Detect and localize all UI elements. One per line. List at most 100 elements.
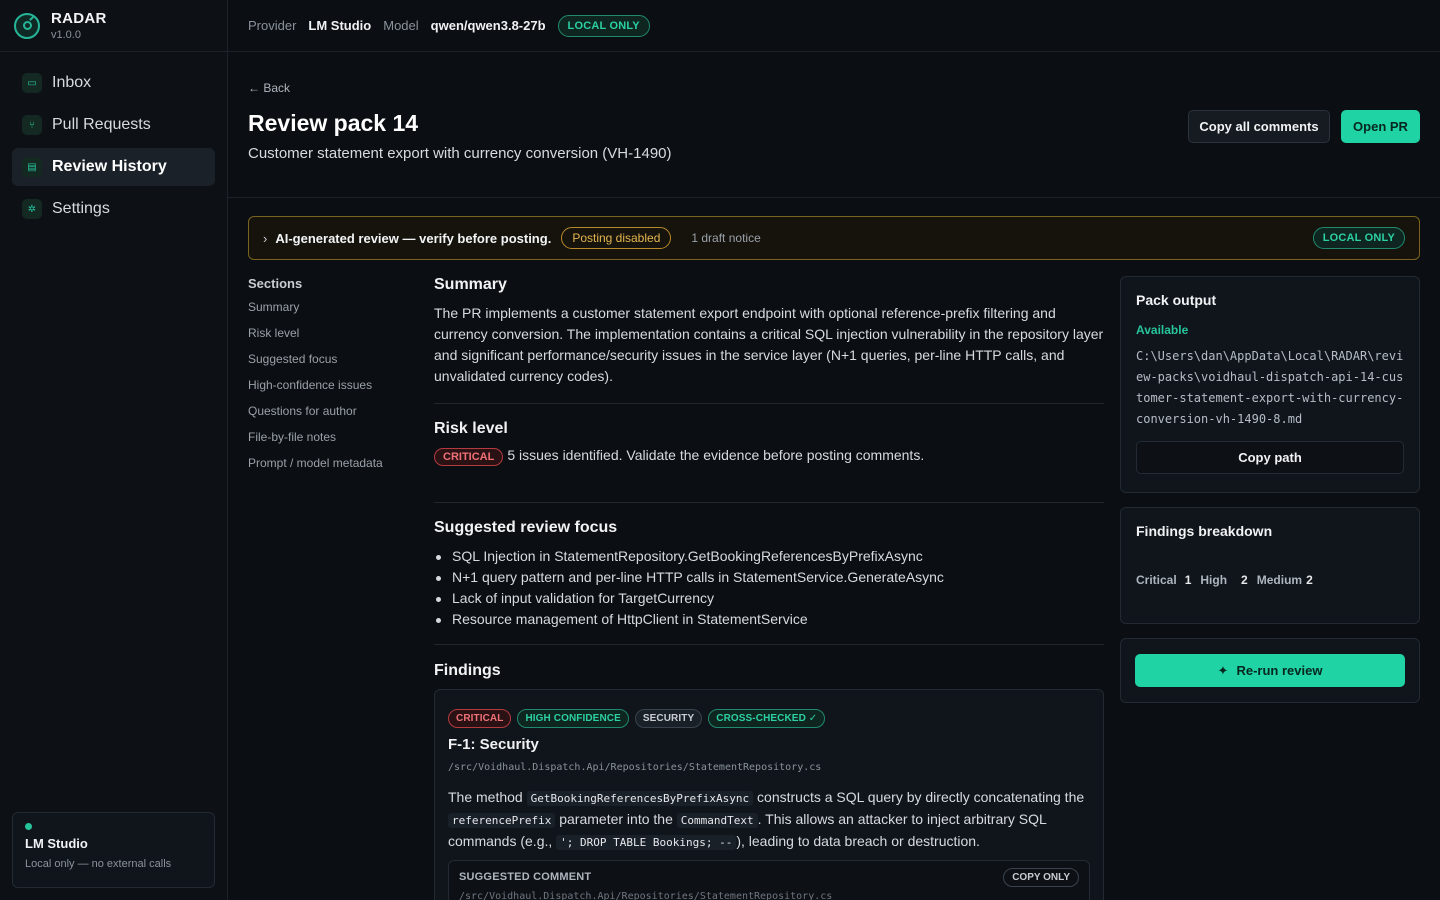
- findings-heading: Findings: [434, 662, 501, 679]
- section-link-risk-level[interactable]: Risk level: [248, 326, 383, 352]
- suggested-comment: SUGGESTED COMMENT COPY ONLY /src/Voidhau…: [448, 860, 1090, 900]
- sidebar-item-label: Inbox: [52, 74, 92, 91]
- inline-code: GetBookingReferencesByPrefixAsync: [526, 791, 754, 806]
- gear-icon: ✲: [22, 199, 42, 219]
- sections-nav: Sections Summary Risk level Suggested fo…: [248, 276, 383, 482]
- copy-only-badge: COPY ONLY: [1003, 868, 1079, 887]
- high-label: High: [1200, 573, 1228, 587]
- provider-label: Provider: [248, 18, 297, 33]
- status-dot-icon: [25, 823, 32, 830]
- section-divider: [434, 644, 1104, 645]
- breakdown-title: Findings breakdown: [1136, 523, 1273, 539]
- top-bar: Provider LM Studio Model qwen/qwen3.8-27…: [228, 0, 1440, 52]
- banner-text: AI-generated review — verify before post…: [275, 230, 552, 246]
- finding-card: CRITICAL HIGH CONFIDENCE SECURITY CROSS-CHE…: [434, 689, 1104, 900]
- inline-code: referencePrefix: [448, 813, 556, 828]
- provider-value: LM Studio: [308, 18, 372, 33]
- copy-path-button[interactable]: Copy path: [1136, 441, 1404, 474]
- main-content: ← Back Review pack 14 Customer statement…: [228, 52, 1440, 900]
- sections-title: Sections: [248, 276, 303, 291]
- section-link-prompt-metadata[interactable]: Prompt / model metadata: [248, 456, 383, 482]
- chevron-right-icon: ›: [263, 230, 268, 246]
- medium-count: 2: [1306, 573, 1313, 587]
- pack-output-status: Available: [1136, 323, 1189, 337]
- finding-text: The method: [448, 789, 523, 805]
- finding-title: F-1: Security: [448, 736, 539, 753]
- copy-all-comments-button[interactable]: Copy all comments: [1188, 110, 1330, 143]
- summary-section: Summary The PR implements a customer sta…: [434, 276, 1104, 387]
- risk-row: CRITICAL 5 issues identified. Validate th…: [434, 447, 1104, 466]
- model-label: Model: [383, 18, 419, 33]
- sidebar-item-label: Pull Requests: [52, 116, 151, 133]
- findings-breakdown-card: Findings breakdown Critical 1 High 2 Mediu…: [1120, 507, 1420, 624]
- sidebar-item-label: Review History: [52, 158, 167, 175]
- page-title: Review pack 14: [248, 110, 419, 136]
- list-item: Resource management of HttpClient in Sta…: [434, 609, 1104, 630]
- breakdown-row: Critical 1 High 2 Medium 2: [1136, 573, 1404, 587]
- category-tag: SECURITY: [634, 709, 703, 728]
- section-link-file-notes[interactable]: File-by-file notes: [248, 430, 383, 456]
- section-divider: [434, 502, 1104, 503]
- finding-file-path: /src/Voidhaul.Dispatch.Api/Repositories/…: [448, 762, 822, 773]
- inbox-icon: ▭: [22, 73, 42, 93]
- medium-label: Medium: [1256, 573, 1303, 587]
- pack-output-path[interactable]: C:\Users\dan\AppData\Local\RADAR\review-…: [1136, 346, 1404, 430]
- summary-text: The PR implements a customer statement e…: [434, 305, 1104, 384]
- section-link-high-confidence-issues[interactable]: High-confidence issues: [248, 378, 383, 404]
- header-divider: [228, 197, 1440, 198]
- section-link-summary[interactable]: Summary: [248, 300, 383, 326]
- critical-count: 1: [1184, 573, 1192, 587]
- ai-review-banner[interactable]: › AI-generated review — verify before po…: [248, 216, 1420, 260]
- sidebar: RADAR v1.0.0 ▭ Inbox ⑂ Pull Requests ▤ R…: [0, 0, 228, 900]
- focus-section: Suggested review focus SQL Injection in …: [434, 519, 1104, 630]
- high-count: 2: [1241, 573, 1248, 587]
- sparkle-icon: ✦: [1217, 662, 1229, 678]
- focus-heading: Suggested review focus: [434, 519, 618, 536]
- provider-status-card: LM Studio Local only — no external calls: [12, 812, 215, 888]
- critical-tag: CRITICAL: [448, 709, 512, 728]
- confidence-tag: HIGH CONFIDENCE: [517, 709, 629, 728]
- list-item: SQL Injection in StatementRepository.Get…: [434, 546, 1104, 567]
- finding-text: constructs a SQL query by directly conca…: [757, 789, 1085, 805]
- list-item: N+1 query pattern and per-line HTTP call…: [434, 567, 1104, 588]
- brand-name: RADAR: [51, 10, 107, 27]
- local-only-badge: LOCAL ONLY: [1312, 227, 1405, 249]
- sidebar-item-settings[interactable]: ✲ Settings: [12, 190, 215, 228]
- local-only-badge: LOCAL ONLY: [557, 14, 650, 37]
- model-value: qwen/qwen3.8-27b: [430, 18, 546, 33]
- section-divider: [434, 403, 1104, 404]
- cross-checked-tag: CROSS-CHECKED ✓: [708, 709, 826, 728]
- suggested-comment-path: /src/Voidhaul.Dispatch.Api/Repositories/…: [459, 891, 833, 900]
- open-pr-button[interactable]: Open PR: [1341, 110, 1420, 143]
- inline-code: CommandText: [676, 813, 758, 828]
- sidebar-item-label: Settings: [52, 200, 110, 217]
- finding-text: parameter into the: [559, 811, 673, 827]
- page-subtitle: Customer statement export with currency …: [248, 145, 672, 162]
- finding-text: ), leading to data breach or destruction…: [736, 833, 980, 849]
- summary-heading: Summary: [434, 276, 507, 293]
- finding-tags: CRITICAL HIGH CONFIDENCE SECURITY CROSS-CHE…: [448, 708, 1090, 728]
- provider-status-subtitle: Local only — no external calls: [25, 858, 172, 870]
- sidebar-nav: ▭ Inbox ⑂ Pull Requests ▤ Review History…: [0, 52, 227, 244]
- finding-body: The method GetBookingReferencesByPrefixA…: [448, 787, 1090, 853]
- risk-heading: Risk level: [434, 420, 508, 437]
- draft-notice: 1 draft notice: [691, 231, 761, 245]
- rerun-review-button[interactable]: ✦ Re-run review: [1135, 654, 1405, 687]
- rerun-card: ✦ Re-run review: [1120, 638, 1420, 703]
- rerun-label: Re-run review: [1236, 663, 1323, 678]
- back-link[interactable]: ← Back: [248, 81, 290, 95]
- provider-status-title: LM Studio: [25, 836, 88, 851]
- sidebar-item-pull-requests[interactable]: ⑂ Pull Requests: [12, 106, 215, 144]
- sidebar-item-inbox[interactable]: ▭ Inbox: [12, 64, 215, 102]
- section-link-questions-for-author[interactable]: Questions for author: [248, 404, 383, 430]
- pack-output-card: Pack output Available C:\Users\dan\AppDa…: [1120, 276, 1420, 493]
- sidebar-item-review-history[interactable]: ▤ Review History: [12, 148, 215, 186]
- radar-icon: [14, 12, 40, 39]
- focus-list: SQL Injection in StatementRepository.Get…: [434, 546, 1104, 630]
- pack-output-title: Pack output: [1136, 292, 1217, 308]
- risk-level-badge: CRITICAL: [434, 448, 504, 466]
- list-item: Lack of input validation for TargetCurre…: [434, 588, 1104, 609]
- risk-section: Risk level CRITICAL 5 issues identified. …: [434, 420, 1104, 466]
- section-link-suggested-focus[interactable]: Suggested focus: [248, 352, 383, 378]
- inline-code: '; DROP TABLE Bookings; --: [556, 835, 737, 850]
